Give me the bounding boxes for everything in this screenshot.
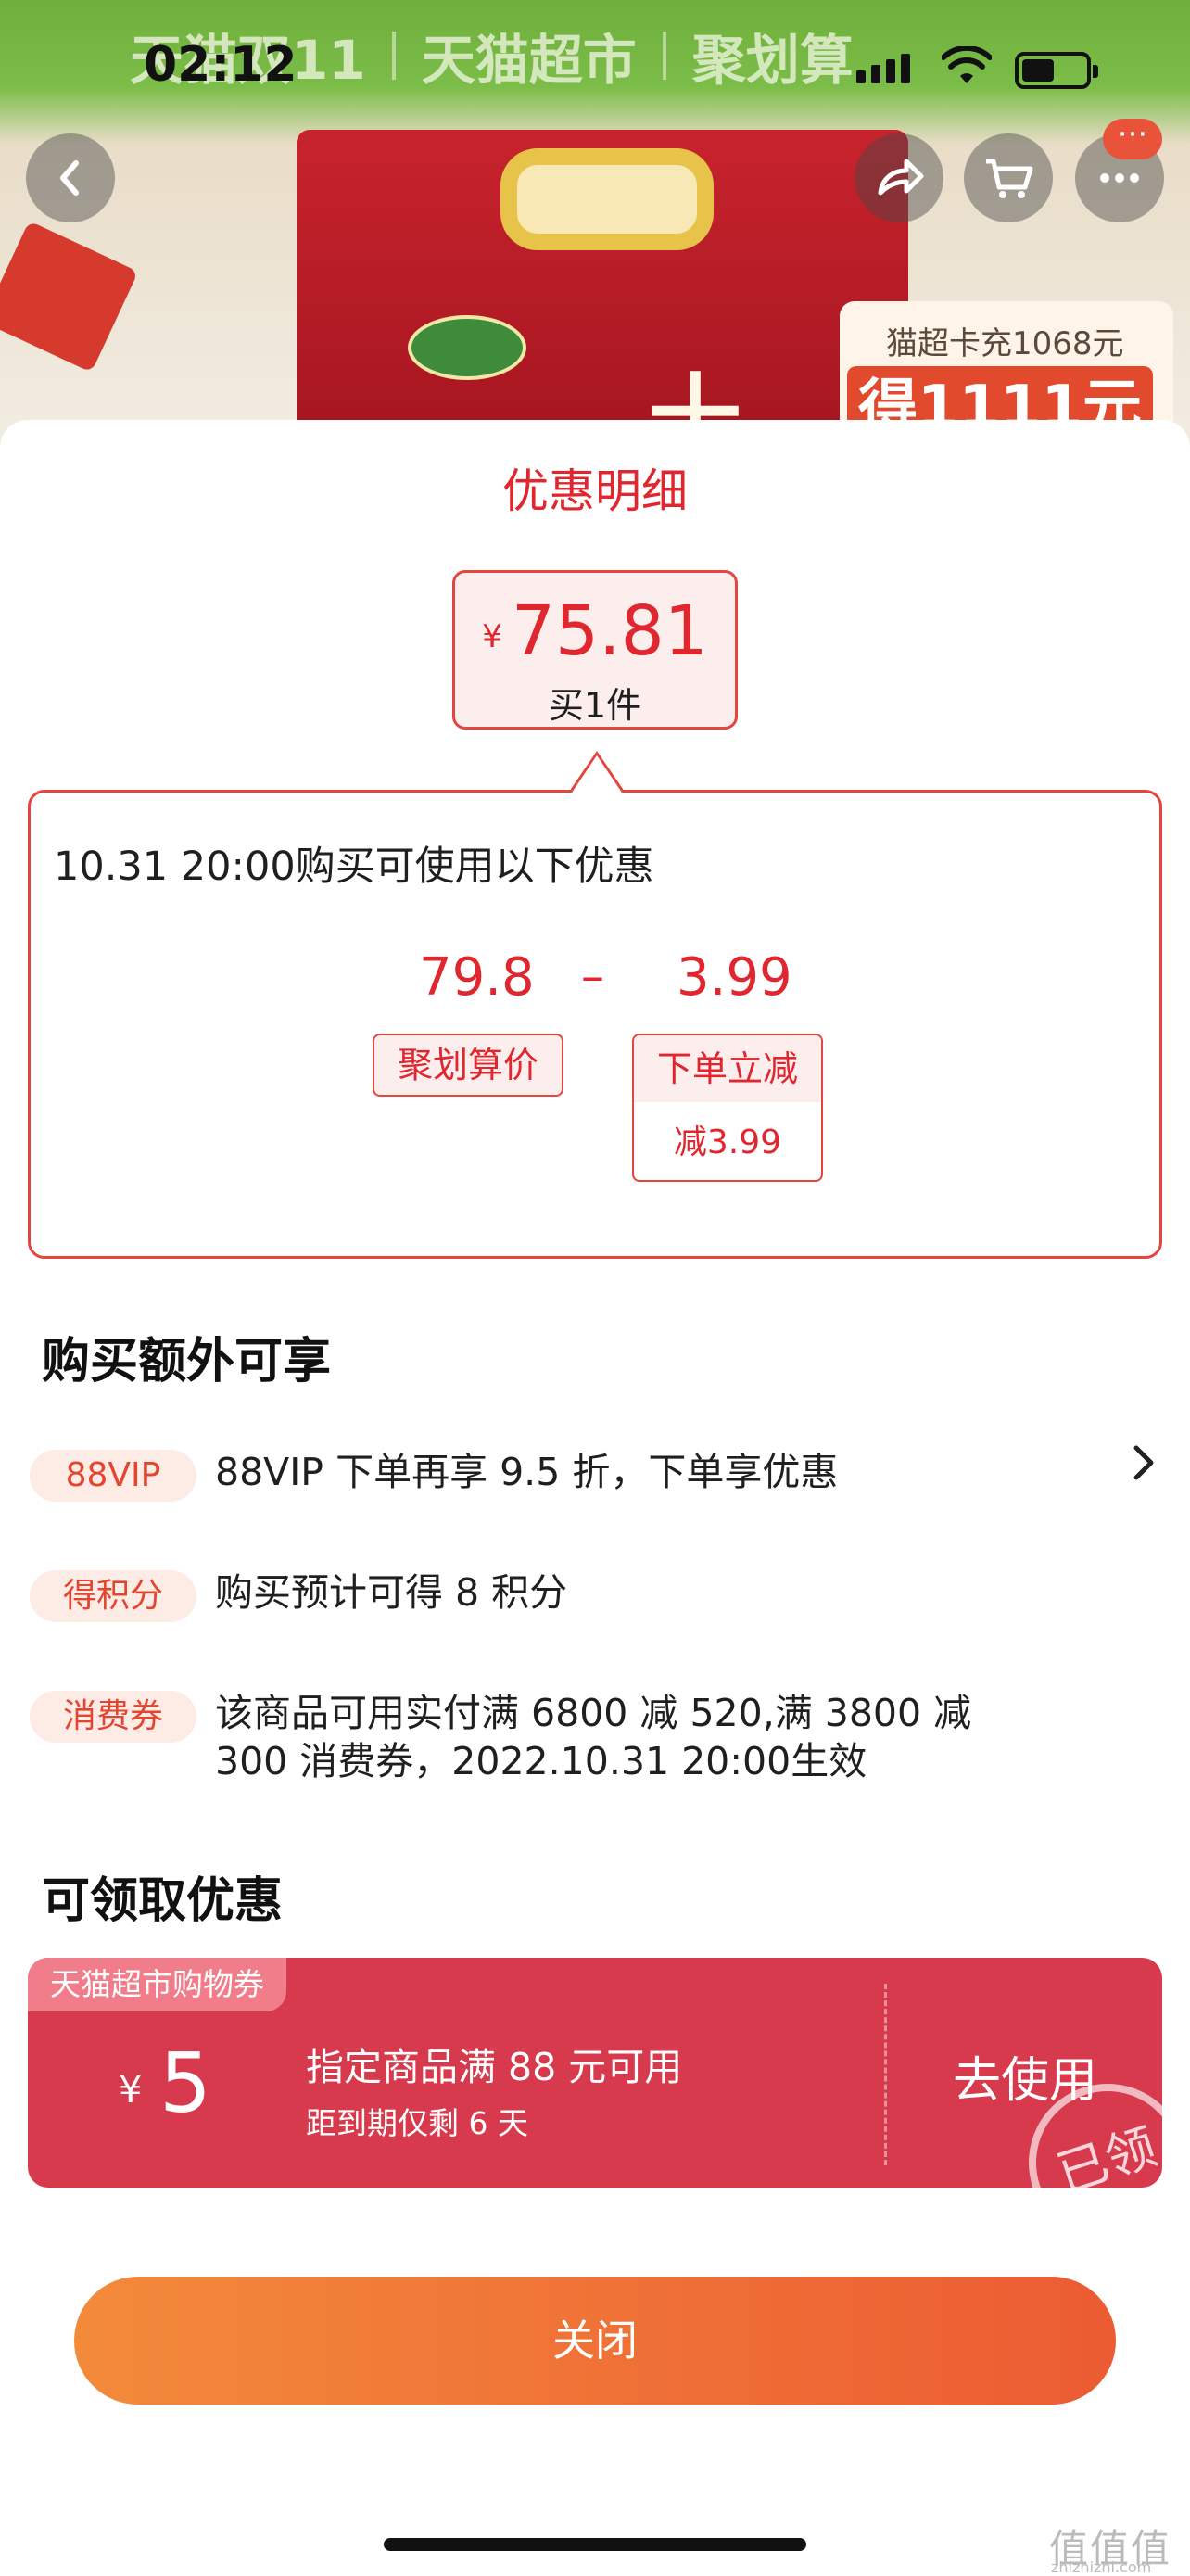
claimable-heading: 可领取优惠 [42,1873,284,1929]
bag-handle [500,148,714,250]
message-bubble[interactable]: ··· [1103,119,1162,159]
order-discount-chip: 下单立减 减3.99 [632,1034,823,1182]
order-discount-label: 下单立减 [634,1035,821,1102]
coupon-divider [884,1984,887,2165]
hang-tag-image [0,221,139,373]
watermark-site: zhizhizhi.com [1051,2558,1152,2576]
coupon-expiry: 距到期仅剩 6 天 [306,2105,528,2141]
extra-benefits-heading: 购买额外可享 [42,1334,332,1390]
close-button[interactable]: 关闭 [74,2277,1116,2405]
minus-operator: – [581,949,604,1003]
benefit-badge: 得积分 [30,1570,196,1622]
coupon-condition: 指定商品满 88 元可用 [306,2045,683,2089]
chevron-left-icon [60,160,79,196]
share-button[interactable] [855,133,943,222]
final-price: ¥75.81 [455,591,735,671]
currency-symbol: ¥ [482,618,502,655]
cart-button[interactable] [964,133,1053,222]
battery-icon [1015,52,1098,89]
benefit-badge: 88VIP [30,1450,196,1502]
status-time: 02:12 [144,37,298,93]
breakdown-heading: 10.31 20:00购买可使用以下优惠 [54,844,654,890]
cart-icon [986,159,1033,198]
home-indicator[interactable] [384,2538,806,2551]
benefit-text: 300 消费券，2022.10.31 20:00生效 [215,1739,867,1783]
price-value: 75.81 [511,591,708,671]
coupon-amount: 5 [159,2036,211,2131]
share-icon [878,159,924,196]
order-discount-amount: 减3.99 [673,1123,782,1161]
status-bar: 02:12 [0,0,1190,130]
benefit-text: 购买预计可得 8 积分 [215,1570,568,1615]
juhuasuan-price-chip: 聚划算价 [373,1034,563,1097]
benefit-text: 该商品可用实付满 6800 减 520,满 3800 减 [215,1691,972,1735]
sheet-title: 优惠明细 [502,464,688,518]
base-price-value: 79.8 [419,947,535,1008]
benefit-text: 88VIP 下单再享 9.5 折，下单享优惠 [215,1450,839,1494]
brand-logo [408,315,526,380]
benefit-badge: 消费券 [30,1691,196,1743]
signal-icon [856,54,910,83]
coupon-card: 天猫超市购物券 ¥ 5 指定商品满 88 元可用 距到期仅剩 6 天 去使用 已… [28,1958,1162,2188]
discount-value: 3.99 [677,947,792,1008]
final-price-box: ¥75.81 买1件 [452,570,738,730]
quantity-label: 买1件 [548,685,642,726]
promo-line: 猫超卡充1068元 [886,325,1124,362]
wifi-icon [941,44,993,98]
back-button[interactable] [26,133,115,222]
chevron-right-icon [1125,1435,1162,1504]
coupon-tag: 天猫超市购物券 [28,1958,286,2011]
coupon-currency: ¥ [119,2069,143,2112]
